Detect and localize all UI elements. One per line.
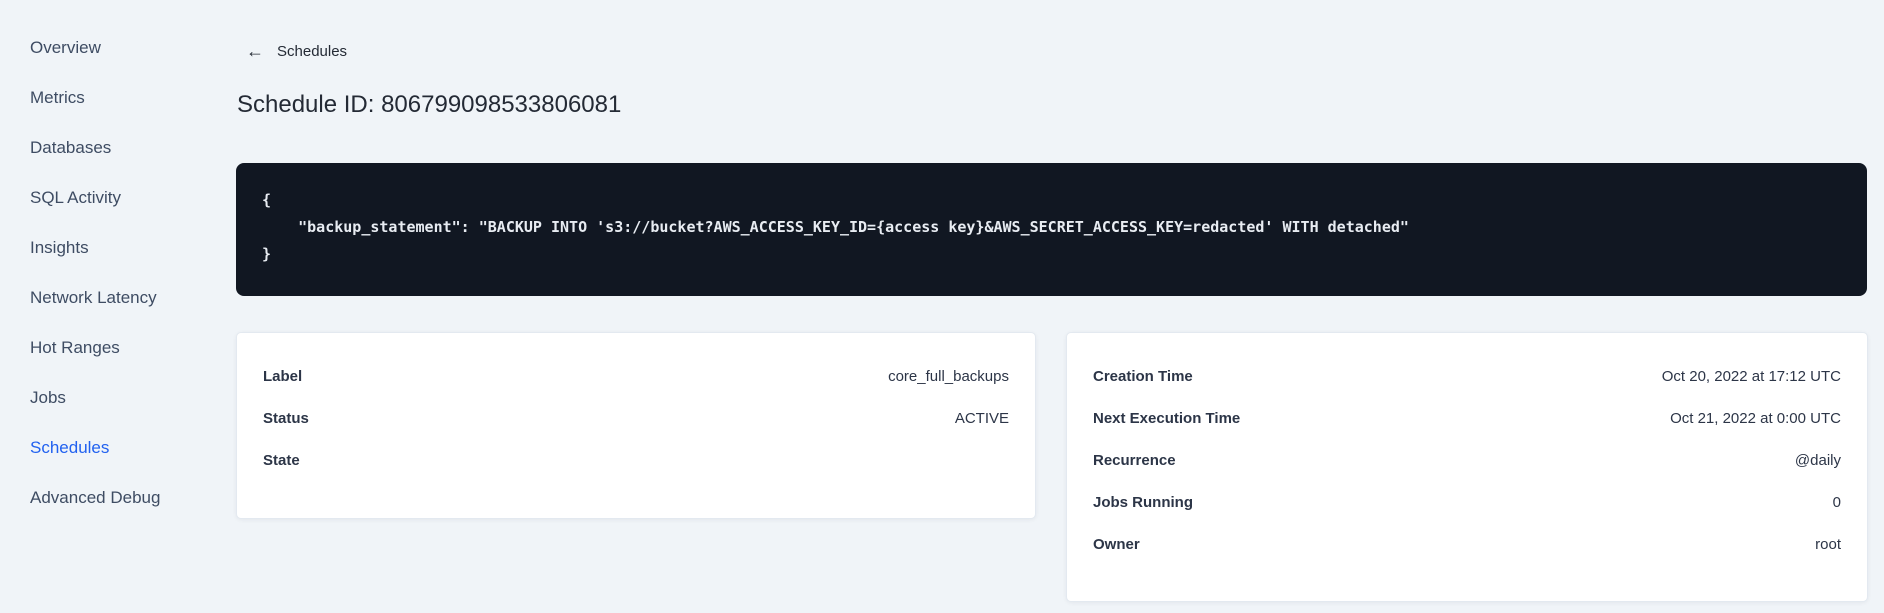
sidebar-item-hot-ranges[interactable]: Hot Ranges: [0, 323, 210, 373]
detail-value: core_full_backups: [888, 367, 1009, 385]
detail-label: Next Execution Time: [1093, 409, 1241, 427]
detail-value: Oct 20, 2022 at 17:12 UTC: [1661, 367, 1841, 385]
detail-value: 0: [1832, 493, 1841, 511]
detail-row-next-execution-time: Next Execution Time Oct 21, 2022 at 0:00…: [1093, 397, 1841, 439]
sidebar-item-databases[interactable]: Databases: [0, 123, 210, 173]
detail-row-owner: Owner root: [1093, 523, 1841, 565]
detail-value: root: [1815, 535, 1841, 553]
back-to-schedules-link[interactable]: ← Schedules: [246, 42, 347, 60]
sidebar-item-overview[interactable]: Overview: [0, 23, 210, 73]
back-arrow-icon: ←: [246, 41, 264, 61]
code-line: "backup_statement": "BACKUP INTO 's3://b…: [262, 218, 1409, 236]
code-line: {: [262, 191, 272, 209]
detail-row-recurrence: Recurrence @daily: [1093, 439, 1841, 481]
sidebar-item-insights[interactable]: Insights: [0, 223, 210, 273]
schedule-timing-card: Creation Time Oct 20, 2022 at 17:12 UTC …: [1066, 332, 1868, 602]
detail-label: Recurrence: [1093, 451, 1176, 469]
detail-value: Oct 21, 2022 at 0:00 UTC: [1670, 409, 1841, 427]
schedule-statement-code-block: { "backup_statement": "BACKUP INTO 's3:/…: [236, 163, 1867, 296]
detail-row-creation-time: Creation Time Oct 20, 2022 at 17:12 UTC: [1093, 355, 1841, 397]
sidebar-item-sql-activity[interactable]: SQL Activity: [0, 173, 210, 223]
detail-label: Creation Time: [1093, 367, 1193, 385]
schedule-summary-card: Label core_full_backups Status ACTIVE St…: [236, 332, 1036, 519]
code-line: }: [262, 245, 272, 263]
back-link-label: Schedules: [277, 42, 348, 60]
detail-row-label: Label core_full_backups: [263, 355, 1009, 397]
detail-label: Jobs Running: [1093, 493, 1193, 511]
sidebar-item-network-latency[interactable]: Network Latency: [0, 273, 210, 323]
page-title: Schedule ID: 806799098533806081: [237, 91, 622, 118]
detail-label: Status: [263, 409, 309, 427]
detail-value: ACTIVE: [954, 409, 1009, 427]
detail-label: State: [263, 451, 300, 469]
detail-row-jobs-running: Jobs Running 0: [1093, 481, 1841, 523]
sidebar-item-metrics[interactable]: Metrics: [0, 73, 210, 123]
sidebar-item-advanced-debug[interactable]: Advanced Debug: [0, 473, 210, 523]
detail-label: Owner: [1093, 535, 1140, 553]
main-content: ← Schedules Schedule ID: 806799098533806…: [236, 0, 1868, 613]
sidebar-item-schedules[interactable]: Schedules: [0, 423, 210, 473]
detail-row-state: State: [263, 439, 1009, 481]
detail-value: @daily: [1794, 451, 1841, 469]
sidebar-nav: Overview Metrics Databases SQL Activity …: [0, 0, 210, 613]
sidebar-item-jobs[interactable]: Jobs: [0, 373, 210, 423]
detail-row-status: Status ACTIVE: [263, 397, 1009, 439]
detail-label: Label: [263, 367, 303, 385]
